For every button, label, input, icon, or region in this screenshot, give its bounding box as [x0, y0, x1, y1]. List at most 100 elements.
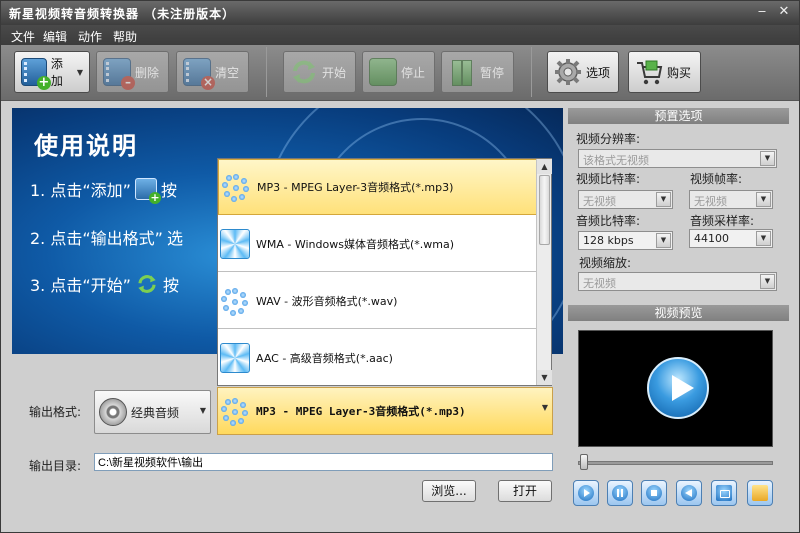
format-category-value: 经典音频 [131, 405, 180, 420]
scroll-up-arrow-icon[interactable]: ▲ [537, 159, 552, 174]
start-button[interactable]: 开始 [283, 51, 356, 93]
chevron-down-icon[interactable]: ▼ [756, 192, 771, 207]
close-icon[interactable]: ✕ [775, 4, 793, 21]
open-button[interactable]: 打开 [498, 480, 552, 502]
resolution-value: 该格式无视频 [583, 154, 649, 167]
video-preview-screen[interactable] [578, 330, 773, 447]
refresh-icon [293, 60, 315, 84]
audio-bitrate-value: 128 kbps [583, 234, 634, 247]
clear-button[interactable]: 清空 [176, 51, 249, 93]
format-option-wav[interactable]: WAV - 波形音频格式(*.wav) [218, 273, 537, 329]
pause-button-label: 暂停 [480, 65, 505, 80]
chevron-down-icon[interactable]: ▼ [656, 233, 671, 248]
format-list-scrollbar[interactable]: ▲ ▼ [536, 159, 552, 385]
delete-button[interactable]: 删除 [96, 51, 169, 93]
video-fps-value: 无视频 [694, 195, 727, 208]
instructions-heading: 使用说明 [34, 132, 138, 160]
chevron-down-icon[interactable]: ▼ [542, 403, 548, 412]
instruction-step-3-tail: 按 [162, 276, 179, 295]
instruction-step-3-text: 3. 点击“开始” [30, 276, 131, 295]
pause-button[interactable]: 暂停 [441, 51, 514, 93]
minimize-icon[interactable]: ‒ [753, 4, 771, 21]
pause-icon [612, 485, 628, 501]
format-option-label: AAC - 高级音频格式(*.aac) [256, 351, 393, 365]
chevron-down-icon[interactable]: ▼ [760, 274, 775, 289]
instruction-step-2-tail: 选 [166, 229, 183, 248]
aac-format-icon [220, 342, 250, 373]
toolbar-divider [266, 47, 267, 97]
format-dropdown-list: MP3 - MPEG Layer-3音频格式(*.mp3) WMA - Wind… [217, 158, 552, 386]
output-format-select[interactable]: MP3 - MPEG Layer-3音频格式(*.mp3) ▼ [217, 387, 553, 435]
snapshot-button[interactable] [711, 480, 737, 506]
gear-icon [555, 59, 581, 85]
refresh-icon [138, 275, 156, 293]
audio-bitrate-select[interactable]: 128 kbps ▼ [578, 231, 673, 250]
stop-button-label: 停止 [401, 65, 426, 80]
pause-button[interactable] [607, 480, 633, 506]
wav-format-icon [220, 286, 250, 316]
preset-options-header: 预置选项 [568, 108, 789, 124]
start-button-label: 开始 [322, 65, 347, 80]
toolbar-divider [531, 47, 532, 97]
output-dir-label: 输出目录: [29, 459, 82, 473]
video-bitrate-value: 无视频 [583, 195, 616, 208]
window-title: 新星视频转音频转换器 （未注册版本） [9, 7, 236, 21]
options-button[interactable]: 选项 [547, 51, 619, 93]
seek-bar[interactable] [578, 461, 773, 465]
add-button[interactable]: 添加 ▼ [14, 51, 90, 93]
format-option-wma[interactable]: WMA - Windows媒体音频格式(*.wma) [218, 216, 537, 272]
sample-rate-select[interactable]: 44100 ▼ [689, 229, 773, 248]
menu-help[interactable]: 帮助 [113, 28, 137, 45]
delete-button-label: 删除 [135, 65, 160, 80]
format-option-aac[interactable]: AAC - 高级音频格式(*.aac) [218, 330, 537, 385]
browse-button[interactable]: 浏览... [422, 480, 476, 502]
output-format-label: 输出格式: [29, 405, 82, 419]
video-scale-value: 无视频 [583, 277, 616, 290]
resolution-label: 视频分辨率: [576, 132, 641, 146]
format-option-mp3[interactable]: MP3 - MPEG Layer-3音频格式(*.mp3) [218, 159, 537, 215]
scroll-down-arrow-icon[interactable]: ▼ [537, 370, 552, 385]
instruction-step-2: 2. 点击“输出格式” 选 [30, 225, 183, 249]
play-icon[interactable] [647, 357, 709, 419]
cd-music-icon [99, 398, 127, 426]
chevron-down-icon[interactable]: ▼ [760, 151, 775, 166]
scrollbar-thumb[interactable] [539, 175, 550, 245]
format-category-select[interactable]: 经典音频 ▼ [94, 390, 211, 434]
chevron-down-icon[interactable]: ▼ [77, 68, 83, 77]
instruction-step-1: 1. 点击“添加” 按 [30, 177, 177, 204]
video-fps-label: 视频帧率: [690, 172, 743, 186]
output-dir-field[interactable] [94, 453, 553, 471]
add-button-label: 添加 [50, 57, 63, 88]
right-panel: 预置选项 视频分辨率: 该格式无视频 ▼ 视频比特率: 视频帧率: 无视频 ▼ … [568, 108, 789, 512]
format-option-label: WAV - 波形音频格式(*.wav) [256, 294, 398, 308]
wma-format-icon [220, 228, 250, 259]
options-button-label: 选项 [586, 65, 611, 80]
chevron-down-icon[interactable]: ▼ [656, 192, 671, 207]
menu-edit[interactable]: 编辑 [43, 28, 67, 45]
buy-button[interactable]: 购买 [628, 51, 701, 93]
instruction-step-1-text: 1. 点击“添加” [30, 181, 131, 200]
video-fps-select[interactable]: 无视频 ▼ [689, 190, 773, 209]
menu-action[interactable]: 动作 [78, 28, 102, 45]
menu-file[interactable]: 文件 [11, 28, 35, 45]
sample-rate-value: 44100 [694, 232, 729, 245]
chevron-down-icon[interactable]: ▼ [200, 406, 206, 415]
stop-button[interactable] [641, 480, 667, 506]
video-bitrate-select[interactable]: 无视频 ▼ [578, 190, 673, 209]
volume-button[interactable] [676, 480, 702, 506]
instruction-step-3: 3. 点击“开始” 按 [30, 272, 179, 296]
play-button[interactable] [573, 480, 599, 506]
seek-handle[interactable] [580, 454, 588, 470]
instruction-step-2-text: 2. 点击“输出格式” [30, 229, 163, 248]
clear-film-icon [183, 58, 215, 90]
stop-button[interactable]: 停止 [362, 51, 435, 93]
video-scale-select[interactable]: 无视频 ▼ [578, 272, 777, 291]
video-scale-label: 视频缩放: [579, 256, 632, 270]
format-option-label: MP3 - MPEG Layer-3音频格式(*.mp3) [257, 181, 454, 194]
pause-icon [448, 58, 476, 86]
format-option-label: WMA - Windows媒体音频格式(*.wma) [256, 237, 454, 251]
resolution-select[interactable]: 该格式无视频 ▼ [578, 149, 777, 168]
output-format-value: MP3 - MPEG Layer-3音频格式(*.mp3) [256, 405, 466, 418]
open-folder-button[interactable] [747, 480, 773, 506]
chevron-down-icon[interactable]: ▼ [756, 231, 771, 246]
